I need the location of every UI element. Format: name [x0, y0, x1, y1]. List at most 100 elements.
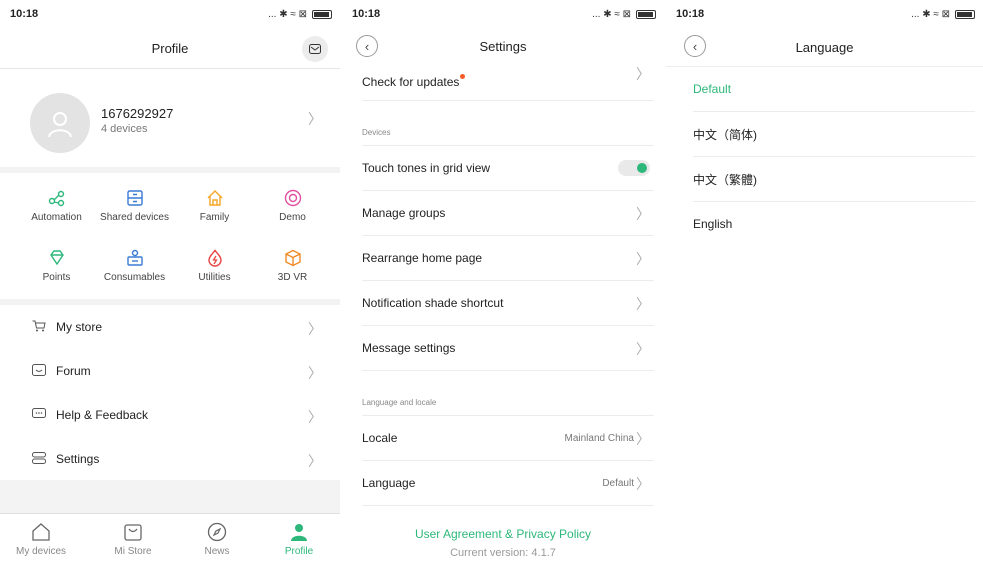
tab-label: Mi Store: [114, 546, 152, 557]
chevron-right-icon: 〉: [636, 251, 650, 267]
grid-item-3d-vr[interactable]: 3D VR: [250, 249, 335, 283]
automation-icon: [48, 190, 64, 207]
row-language[interactable]: Language Default 〉: [362, 461, 654, 506]
row-manage-groups[interactable]: Manage groups 〉: [362, 191, 654, 236]
demo-icon: [284, 189, 301, 207]
person-icon: [291, 524, 307, 541]
row-message-settings[interactable]: Message settings 〉: [362, 326, 654, 371]
row-notification-shortcut[interactable]: Notification shade shortcut 〉: [362, 281, 654, 326]
status-time: 10:18: [352, 8, 381, 20]
chevron-right-icon: 〉: [636, 206, 650, 222]
user-agreement-link[interactable]: User Agreement & Privacy Policy: [342, 527, 664, 541]
chevron-right-icon: 〉: [636, 431, 650, 447]
page-title: Language: [795, 39, 854, 55]
row-label: Locale: [362, 431, 398, 445]
status-icons: ... ✱ ≈ ⊠: [911, 9, 975, 20]
grid-label: Points: [42, 272, 71, 283]
touch-tones-toggle[interactable]: [618, 160, 650, 176]
settings-icon: [32, 452, 46, 464]
battery-icon: [636, 9, 656, 19]
shared-devices-icon: [126, 190, 143, 206]
tab-bar: My devices Mi Store News Profile: [0, 513, 340, 571]
row-rearrange-home[interactable]: Rearrange home page 〉: [362, 236, 654, 281]
mail-icon: [309, 44, 321, 54]
chevron-right-icon: 〉: [308, 111, 322, 127]
row-label: Check for updates: [362, 75, 460, 89]
account-card[interactable]: 1676292927 4 devices 〉: [0, 68, 340, 167]
chevron-right-icon: 〉: [636, 296, 650, 312]
family-icon: [207, 190, 222, 206]
forum-icon: [32, 364, 46, 376]
grid-item-family[interactable]: Family: [172, 189, 257, 223]
grid-item-shared-devices[interactable]: Shared devices: [92, 189, 177, 223]
menu-item-forum[interactable]: Forum 〉: [0, 349, 340, 393]
messages-button[interactable]: [302, 36, 328, 62]
status-time: 10:18: [10, 8, 39, 20]
version-text: Current version: 4.1.7: [450, 547, 556, 559]
row-label: Notification shade shortcut: [362, 296, 504, 310]
user-id: 1676292927: [101, 106, 174, 121]
row-label: Language: [362, 476, 416, 490]
status-icons: ... ✱ ≈ ⊠: [592, 9, 656, 20]
back-button[interactable]: ‹: [684, 35, 706, 57]
language-option-simplified-chinese[interactable]: 中文（简体): [693, 112, 975, 157]
grid-item-utilities[interactable]: Utilities: [172, 249, 257, 283]
battery-icon: [955, 9, 975, 19]
language-header: ‹ Language: [666, 28, 983, 67]
tab-mi-store[interactable]: Mi Store: [98, 522, 168, 557]
section-label: Devices: [362, 128, 391, 137]
row-locale[interactable]: Locale Mainland China 〉: [362, 416, 654, 461]
tab-label: Profile: [284, 546, 314, 557]
option-label: 中文（繁體): [693, 172, 757, 187]
row-label: Manage groups: [362, 206, 446, 220]
language-option-english[interactable]: English: [693, 202, 975, 246]
language-option-default[interactable]: Default: [693, 67, 975, 112]
menu-label: Help & Feedback: [56, 408, 149, 422]
utilities-icon: [207, 249, 222, 267]
profile-screen: 10:18 ... ✱ ≈ ⊠ Profile 1676292927 4 dev…: [0, 0, 340, 571]
option-label: English: [693, 217, 733, 231]
menu-item-settings[interactable]: Settings 〉: [0, 437, 340, 481]
status-time: 10:18: [676, 8, 705, 20]
chevron-left-icon: ‹: [364, 38, 370, 54]
section-header-language: Language and locale: [362, 371, 654, 416]
menu-item-help-feedback[interactable]: Help & Feedback 〉: [0, 393, 340, 437]
menu-item-my-store[interactable]: My store 〉: [0, 305, 340, 349]
avatar: [30, 93, 90, 153]
consumables-icon: [126, 249, 143, 266]
status-icons: ... ✱ ≈ ⊠: [268, 9, 332, 20]
chevron-right-icon: 〉: [308, 409, 322, 425]
person-outline-icon: [48, 112, 72, 138]
menu-label: Forum: [56, 364, 91, 378]
grid-item-automation[interactable]: Automation: [14, 189, 99, 223]
back-button[interactable]: ‹: [356, 35, 378, 57]
store-icon: [124, 524, 142, 541]
chevron-right-icon: 〉: [636, 476, 650, 492]
settings-screen: 10:18 ... ✱ ≈ ⊠ ‹ Settings Check for upd…: [342, 0, 664, 571]
grid-label: Demo: [279, 212, 306, 223]
chevron-right-icon: 〉: [636, 66, 650, 82]
chevron-right-icon: 〉: [308, 365, 322, 381]
points-icon: [49, 250, 64, 266]
grid-item-points[interactable]: Points: [14, 249, 99, 283]
tab-profile[interactable]: Profile: [264, 522, 334, 557]
row-label: Message settings: [362, 341, 456, 355]
status-bar: 10:18 ... ✱ ≈ ⊠: [0, 0, 340, 28]
page-title: Profile: [151, 40, 189, 56]
grid-item-consumables[interactable]: Consumables: [92, 249, 177, 283]
tab-news[interactable]: News: [182, 522, 252, 557]
grid-label: Family: [199, 212, 230, 223]
row-check-updates[interactable]: Check for updates 〉: [362, 64, 654, 101]
language-option-traditional-chinese[interactable]: 中文（繁體): [693, 157, 975, 202]
signal-icons: ... ✱ ≈ ⊠: [592, 8, 631, 20]
battery-icon: [312, 9, 332, 19]
section-label: Language and locale: [362, 398, 437, 407]
language-screen: 10:18 ... ✱ ≈ ⊠ ‹ Language Default 中文（简体…: [666, 0, 983, 571]
option-label: Default: [693, 82, 732, 96]
signal-icons: ... ✱ ≈ ⊠: [268, 8, 307, 20]
tab-my-devices[interactable]: My devices: [6, 522, 76, 557]
grid-item-demo[interactable]: Demo: [250, 189, 335, 223]
vr-icon: [284, 249, 301, 267]
chevron-right-icon: 〉: [308, 453, 322, 469]
menu-label: My store: [56, 320, 103, 334]
